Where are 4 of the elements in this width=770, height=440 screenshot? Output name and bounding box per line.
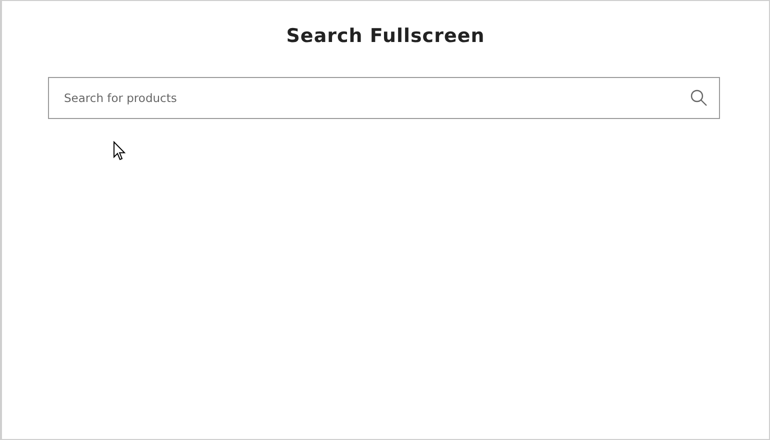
cursor-icon [113, 141, 126, 161]
search-icon[interactable] [690, 89, 708, 107]
search-field[interactable]: Search for products [48, 77, 720, 119]
page-title: Search Fullscreen [285, 24, 486, 49]
